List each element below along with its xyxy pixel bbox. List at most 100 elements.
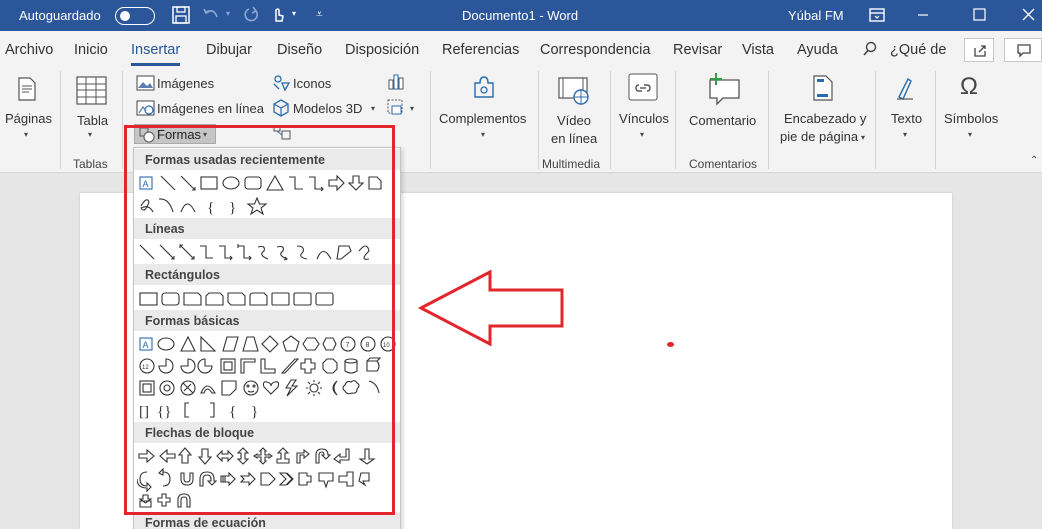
close-icon[interactable] (1006, 0, 1042, 31)
formas-button[interactable]: Formas ▾ (134, 124, 216, 144)
comments-button[interactable] (1004, 38, 1042, 62)
comment-icon (1017, 44, 1031, 58)
3d-models-icon (273, 99, 289, 117)
tab-dibujar[interactable]: Dibujar (206, 42, 252, 58)
save-icon[interactable] (170, 4, 192, 26)
ribbon-tabs: Archivo Inicio Insertar Dibujar Diseño D… (0, 31, 1042, 67)
icons-icon (273, 75, 291, 92)
section-header-block-arrows: Flechas de bloque (134, 422, 400, 443)
formas-label: Formas (157, 127, 202, 142)
new-comment-icon (709, 73, 740, 106)
imagenes-linea-label: Imágenes en línea (157, 101, 264, 116)
ribbon-separator (935, 71, 936, 169)
tab-disposicion[interactable]: Disposición (345, 42, 419, 58)
omega-symbol-icon: Ω (960, 73, 978, 100)
video-label-1: Vídeo (557, 113, 591, 128)
section-header-basic: Formas básicas (134, 310, 400, 331)
iconos-label: Iconos (293, 76, 332, 91)
basic-shapes-grid[interactable]: A 7 8 10 12 [] {} {} (137, 333, 399, 423)
annotation-arrow-icon (418, 269, 564, 347)
svg-text:}: } (251, 404, 258, 420)
tab-diseno[interactable]: Diseño (277, 42, 322, 58)
texto-label: Texto (891, 111, 923, 126)
chart-icon[interactable] (386, 71, 406, 91)
redo-icon[interactable] (240, 4, 262, 26)
section-header-equation: Formas de ecuación (134, 512, 400, 529)
tab-archivo[interactable]: Archivo (5, 42, 53, 58)
formas-dropdown-icon: ▾ (203, 130, 208, 139)
maximize-icon[interactable] (956, 0, 1002, 31)
customize-quick-access-icon[interactable]: ⩡ (316, 7, 323, 22)
shapes-icon (139, 127, 155, 143)
tab-correspondencia[interactable]: Correspondencia (540, 42, 650, 58)
svg-text:}: } (229, 200, 236, 216)
svg-text:A: A (143, 179, 149, 189)
recent-shapes-grid[interactable]: A { } (137, 172, 399, 220)
screenshot-dropdown-icon[interactable]: ▾ (410, 104, 414, 113)
undo-icon[interactable] (200, 4, 222, 26)
tabla-dropdown-icon: ▾ (88, 130, 93, 139)
section-header-rectangles: Rectángulos (134, 264, 400, 285)
svg-text:12: 12 (142, 365, 149, 371)
tell-me-input[interactable]: ¿Qué de (890, 42, 946, 58)
header-footer-icon (813, 75, 833, 101)
vinculos-dropdown-icon: ▾ (640, 130, 645, 139)
ribbon-display-options-icon[interactable] (866, 4, 888, 26)
tab-referencias[interactable]: Referencias (442, 42, 519, 58)
encabezado-label-1: Encabezado y (784, 111, 867, 126)
tab-inicio[interactable]: Inicio (74, 42, 108, 58)
tab-ayuda[interactable]: Ayuda (797, 42, 838, 58)
section-header-recent: Formas usadas recientemente (134, 149, 400, 170)
paginas-dropdown-icon: ▾ (24, 130, 29, 139)
ribbon-separator (610, 71, 611, 169)
rectangles-shapes-grid[interactable] (137, 287, 399, 311)
screenshot-icon[interactable] (386, 97, 406, 117)
complementos-label: Complementos (439, 111, 527, 126)
video-label-2: en línea (551, 131, 598, 146)
tab-vista[interactable]: Vista (742, 42, 774, 58)
tab-revisar[interactable]: Revisar (673, 42, 722, 58)
ribbon-separator (768, 71, 769, 169)
block-arrows-grid[interactable] (137, 445, 399, 511)
svg-text:8: 8 (366, 342, 370, 349)
svg-text:A: A (143, 340, 149, 350)
online-video-icon (558, 77, 589, 105)
ribbon-separator (430, 71, 431, 169)
modelos3d-dropdown-icon: ▾ (371, 104, 376, 113)
minimize-icon[interactable] (900, 0, 946, 31)
tab-insertar[interactable]: Insertar (131, 42, 181, 66)
search-icon[interactable] (862, 41, 878, 57)
group-label-comentarios: Comentarios (689, 157, 758, 171)
collapse-ribbon-icon[interactable]: ⌃ (1030, 155, 1038, 166)
svg-text:7: 7 (346, 342, 350, 349)
touch-mode-icon[interactable] (268, 4, 290, 26)
links-icon (628, 73, 658, 101)
paginas-label: Páginas (5, 111, 52, 126)
svg-text:{: { (207, 200, 214, 216)
user-name[interactable]: Yúbal FM (788, 8, 844, 23)
complementos-dropdown-icon: ▾ (481, 130, 486, 139)
lines-shapes-grid[interactable] (137, 241, 399, 265)
simbolos-dropdown-icon: ▾ (968, 130, 973, 139)
svg-text:10: 10 (383, 343, 390, 349)
group-label-multimedia: Multimedia (542, 157, 601, 171)
undo-dropdown-icon[interactable]: ▾ (226, 9, 230, 18)
shapes-gallery: Formas usadas recientemente A { } Líneas (133, 147, 401, 529)
ribbon-separator (122, 71, 123, 169)
table-icon (76, 76, 107, 105)
document-title: Documento1 - Word (462, 8, 579, 23)
pictures-icon (136, 75, 155, 91)
encabezado-dropdown-icon: ▾ (861, 133, 866, 142)
share-button[interactable] (964, 38, 994, 62)
svg-text:{: { (229, 404, 236, 420)
touch-dropdown-icon[interactable]: ▾ (292, 9, 296, 18)
pages-icon (18, 77, 36, 101)
online-pictures-icon (136, 100, 155, 116)
autosave-toggle[interactable] (115, 7, 155, 25)
smartart-icon[interactable] (272, 123, 292, 141)
add-ins-icon (474, 76, 494, 98)
group-label-tablas: Tablas (73, 157, 108, 171)
ribbon-separator (60, 71, 61, 169)
modelos3d-label: Modelos 3D (293, 101, 363, 116)
svg-text:[]: [] (139, 404, 149, 420)
